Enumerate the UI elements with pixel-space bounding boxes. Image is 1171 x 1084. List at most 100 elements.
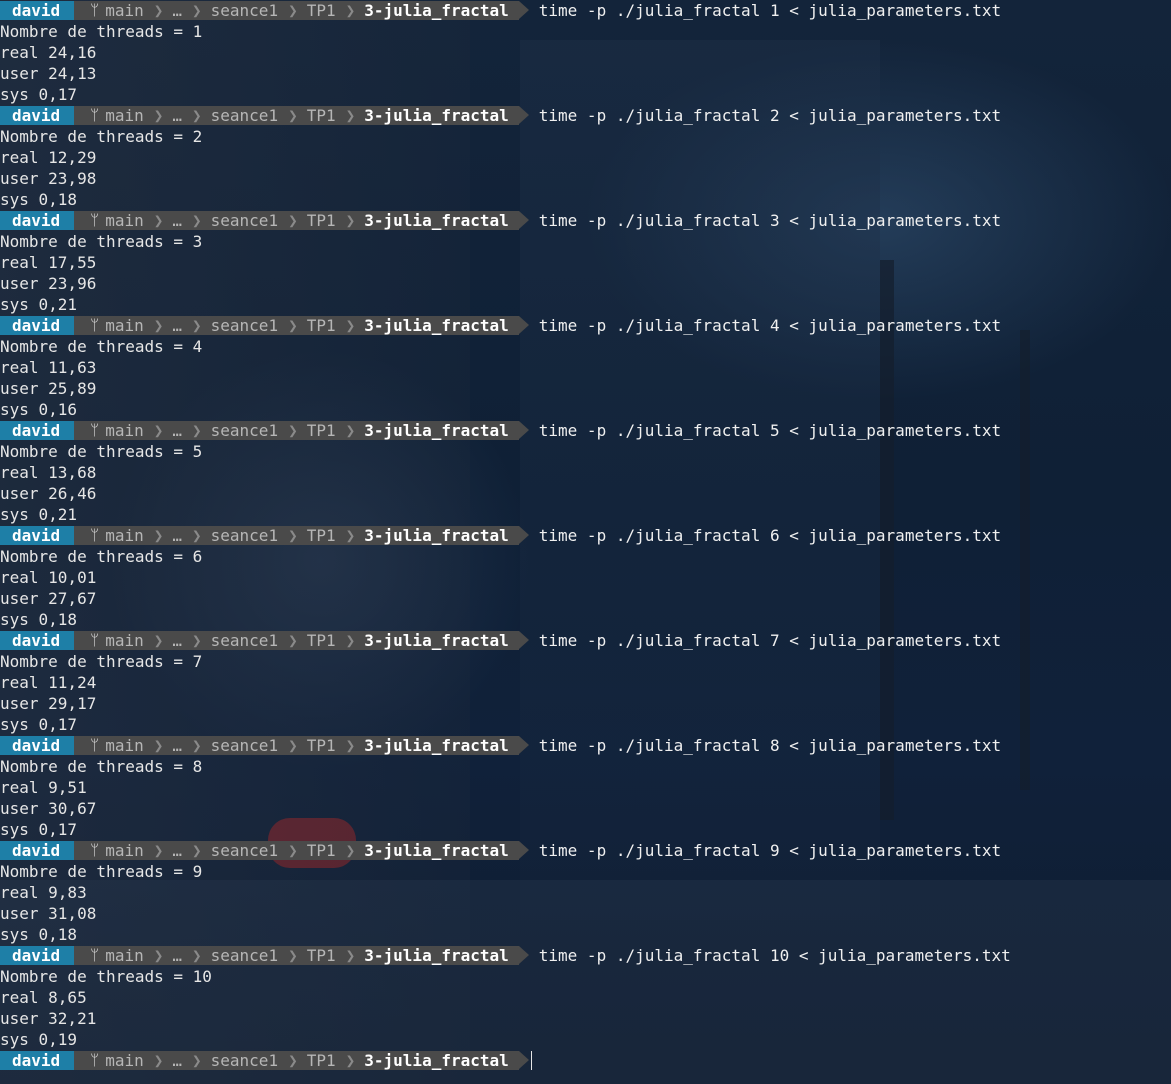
prompt-user-segment: david (0, 421, 85, 440)
chevron-right-icon: ❯ (153, 526, 164, 545)
output-line: sys 0,17 (0, 820, 78, 839)
current-directory: 3-julia_fractal (364, 841, 509, 860)
path-ellipsis: … (172, 316, 182, 335)
output-line: user 32,21 (0, 1009, 97, 1028)
prompt-user-segment: david (0, 736, 85, 755)
terminal-window[interactable]: david ᛘ main ❯ … ❯ seance1 ❯ TP1 ❯ 3-jul… (0, 0, 1171, 1084)
shell-prompt: david ᛘ main ❯ … ❯ seance1 ❯ TP1 ❯ 3-jul… (0, 105, 1171, 126)
prompt-user-segment: david (0, 841, 85, 860)
chevron-right-icon: ❯ (153, 106, 164, 125)
prompt-user-segment: david (0, 631, 85, 650)
prompt-user-segment: david (0, 316, 85, 335)
output-line: real 10,01 (0, 568, 97, 587)
output-line: real 12,29 (0, 148, 97, 167)
output-line: sys 0,17 (0, 85, 78, 104)
prompt-path-segment: ᛘ main ❯ … ❯ seance1 ❯ TP1 ❯ 3-julia_fra… (74, 211, 529, 230)
git-branch-icon: ᛘ (90, 526, 100, 544)
output-line: user 24,13 (0, 64, 97, 83)
current-directory: 3-julia_fractal (364, 631, 509, 650)
output-line: real 9,51 (0, 778, 87, 797)
chevron-right-icon: ❯ (192, 736, 202, 755)
output-line: user 25,89 (0, 379, 97, 398)
output-line: Nombre de threads = 7 (0, 652, 203, 671)
path-crumb: seance1 (210, 1, 279, 20)
command-text: time -p ./julia_fractal 5 < julia_parame… (538, 421, 1002, 440)
git-branch-name: main (105, 736, 144, 755)
chevron-right-icon: ❯ (345, 631, 356, 650)
prompt-user-segment: david (0, 946, 85, 965)
prompt-path-segment: ᛘ main ❯ … ❯ seance1 ❯ TP1 ❯ 3-julia_fra… (74, 946, 529, 965)
shell-prompt: david ᛘ main ❯ … ❯ seance1 ❯ TP1 ❯ 3-jul… (0, 840, 1171, 861)
chevron-right-icon: ❯ (288, 1051, 298, 1070)
chevron-right-icon: ❯ (345, 1, 356, 20)
shell-prompt: david ᛘ main ❯ … ❯ seance1 ❯ TP1 ❯ 3-jul… (0, 735, 1171, 756)
path-crumb: TP1 (306, 106, 336, 125)
prompt-path-segment: ᛘ main ❯ … ❯ seance1 ❯ TP1 ❯ 3-julia_fra… (74, 106, 529, 125)
output-line: real 13,68 (0, 463, 97, 482)
chevron-right-icon: ❯ (153, 631, 164, 650)
git-branch-icon: ᛘ (90, 1, 100, 19)
git-branch-name: main (105, 631, 144, 650)
chevron-right-icon: ❯ (153, 736, 164, 755)
command-text: time -p ./julia_fractal 9 < julia_parame… (538, 841, 1002, 860)
chevron-right-icon: ❯ (345, 736, 356, 755)
output-line: sys 0,18 (0, 925, 78, 944)
chevron-right-icon: ❯ (192, 631, 202, 650)
chevron-right-icon: ❯ (345, 316, 356, 335)
output-line: sys 0,16 (0, 400, 78, 419)
path-ellipsis: … (172, 106, 182, 125)
chevron-right-icon: ❯ (153, 1051, 164, 1070)
path-crumb: TP1 (306, 631, 336, 650)
path-ellipsis: … (172, 736, 182, 755)
chevron-right-icon: ❯ (288, 841, 298, 860)
chevron-right-icon: ❯ (288, 316, 298, 335)
output-line: sys 0,18 (0, 610, 78, 629)
output-line: Nombre de threads = 1 (0, 22, 203, 41)
output-line: sys 0,21 (0, 505, 78, 524)
text-cursor (530, 1051, 532, 1070)
shell-prompt: david ᛘ main ❯ … ❯ seance1 ❯ TP1 ❯ 3-jul… (0, 945, 1171, 966)
chevron-right-icon: ❯ (192, 526, 202, 545)
chevron-right-icon: ❯ (288, 211, 298, 230)
path-crumb: TP1 (306, 1, 336, 20)
terminal-output: david ᛘ main ❯ … ❯ seance1 ❯ TP1 ❯ 3-jul… (0, 0, 1171, 1071)
shell-prompt: david ᛘ main ❯ … ❯ seance1 ❯ TP1 ❯ 3-jul… (0, 1050, 1171, 1071)
current-directory: 3-julia_fractal (364, 526, 509, 545)
path-crumb: TP1 (306, 526, 336, 545)
chevron-right-icon: ❯ (192, 946, 202, 965)
git-branch-icon: ᛘ (90, 106, 100, 124)
prompt-user-segment: david (0, 526, 85, 545)
path-crumb: seance1 (210, 736, 279, 755)
output-line: Nombre de threads = 6 (0, 547, 203, 566)
output-line: Nombre de threads = 8 (0, 757, 203, 776)
chevron-right-icon: ❯ (192, 106, 202, 125)
git-branch-icon: ᛘ (90, 946, 100, 964)
output-line: Nombre de threads = 4 (0, 337, 203, 356)
prompt-path-segment: ᛘ main ❯ … ❯ seance1 ❯ TP1 ❯ 3-julia_fra… (74, 526, 529, 545)
path-crumb: seance1 (210, 631, 279, 650)
path-ellipsis: … (172, 1, 182, 20)
git-branch-icon: ᛘ (90, 631, 100, 649)
shell-prompt: david ᛘ main ❯ … ❯ seance1 ❯ TP1 ❯ 3-jul… (0, 210, 1171, 231)
chevron-right-icon: ❯ (192, 1, 202, 20)
path-crumb: TP1 (306, 421, 336, 440)
prompt-path-segment: ᛘ main ❯ … ❯ seance1 ❯ TP1 ❯ 3-julia_fra… (74, 421, 529, 440)
shell-prompt: david ᛘ main ❯ … ❯ seance1 ❯ TP1 ❯ 3-jul… (0, 525, 1171, 546)
git-branch-icon: ᛘ (90, 736, 100, 754)
prompt-user-segment: david (0, 106, 85, 125)
output-line: user 26,46 (0, 484, 97, 503)
chevron-right-icon: ❯ (345, 841, 356, 860)
git-branch-name: main (105, 106, 144, 125)
path-ellipsis: … (172, 841, 182, 860)
path-crumb: TP1 (306, 841, 336, 860)
chevron-right-icon: ❯ (288, 946, 298, 965)
git-branch-name: main (105, 316, 144, 335)
prompt-path-segment: ᛘ main ❯ … ❯ seance1 ❯ TP1 ❯ 3-julia_fra… (74, 736, 529, 755)
output-line: real 11,63 (0, 358, 97, 377)
output-line: user 29,17 (0, 694, 97, 713)
shell-prompt: david ᛘ main ❯ … ❯ seance1 ❯ TP1 ❯ 3-jul… (0, 315, 1171, 336)
chevron-right-icon: ❯ (345, 211, 356, 230)
path-crumb: seance1 (210, 421, 279, 440)
git-branch-name: main (105, 946, 144, 965)
output-line: real 11,24 (0, 673, 97, 692)
